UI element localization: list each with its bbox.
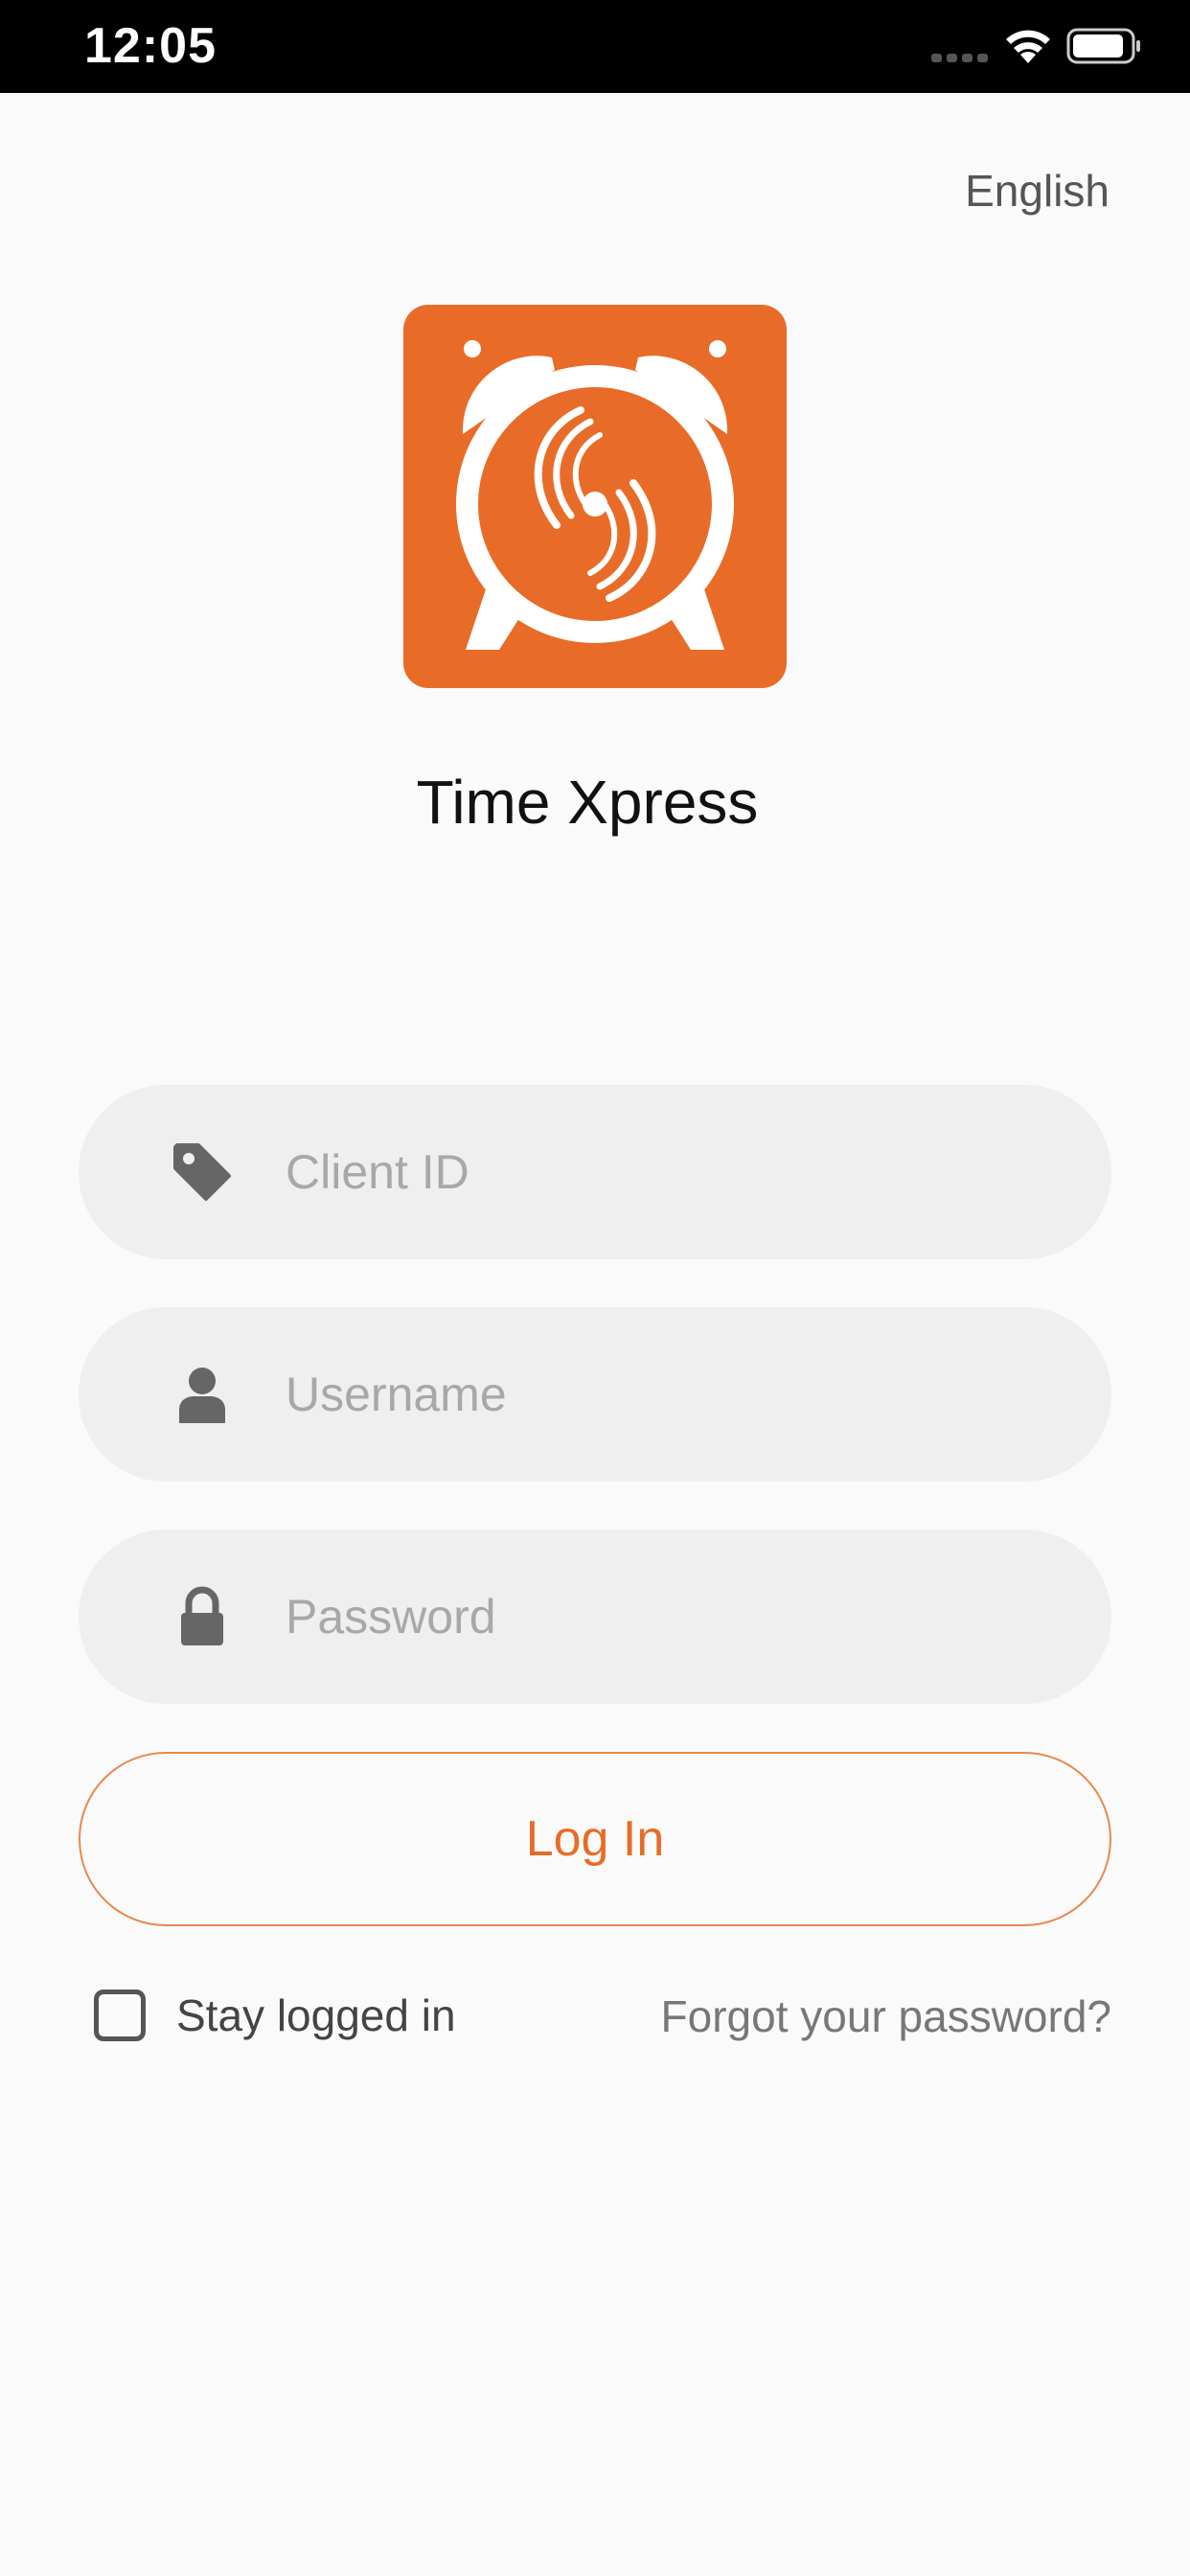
stay-logged-in-checkbox[interactable]: [94, 1990, 146, 2041]
stay-logged-in-label[interactable]: Stay logged in: [176, 1990, 456, 2041]
wifi-icon: [1006, 30, 1050, 63]
status-bar: 12:05: [0, 0, 1190, 93]
login-screen: 12:05 English Time Xpress Client ID User…: [0, 0, 1190, 2576]
login-button[interactable]: Log In: [79, 1752, 1111, 1926]
password-input[interactable]: [286, 1530, 1071, 1704]
lock-icon: [181, 1586, 223, 1645]
client-id-field[interactable]: [79, 1085, 1111, 1259]
forgot-password-link[interactable]: Forgot your password?: [661, 1990, 1111, 2042]
status-time: 12:05: [84, 18, 217, 74]
signal-icon: [931, 54, 988, 62]
username-field[interactable]: [79, 1307, 1111, 1482]
language-selector[interactable]: English: [965, 165, 1110, 217]
tag-icon: [173, 1143, 231, 1201]
alarm-clock-logo-icon: [403, 305, 787, 688]
stay-logged-in-row[interactable]: Stay logged in: [94, 1988, 456, 2043]
username-input[interactable]: [286, 1307, 1071, 1482]
password-field[interactable]: [79, 1530, 1111, 1704]
client-id-input[interactable]: [286, 1085, 1071, 1259]
battery-icon: [1066, 28, 1140, 64]
app-title: Time Xpress: [416, 768, 759, 837]
user-icon: [179, 1368, 225, 1423]
